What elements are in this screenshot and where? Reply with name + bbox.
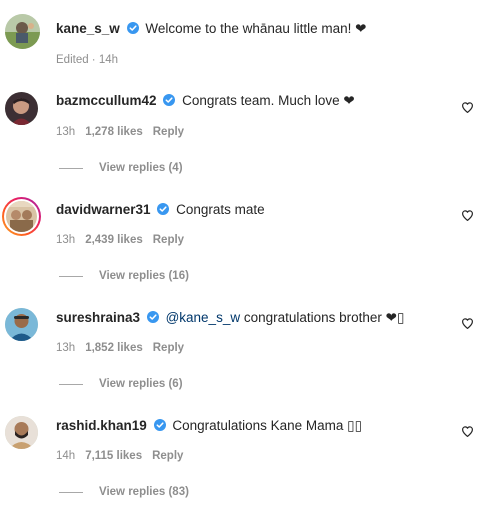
- comment-meta: 13h 1,852 likes Reply: [56, 342, 194, 354]
- avatar[interactable]: [5, 92, 38, 125]
- like-button[interactable]: [461, 209, 474, 222]
- avatar[interactable]: [5, 14, 40, 49]
- view-replies-button[interactable]: View replies (4): [59, 162, 183, 174]
- likes-count[interactable]: 1,278 likes: [85, 126, 143, 138]
- reply-button[interactable]: Reply: [152, 450, 183, 462]
- view-replies-button[interactable]: View replies (16): [59, 270, 189, 282]
- username[interactable]: rashid.khan19: [56, 418, 147, 433]
- likes-count[interactable]: 2,439 likes: [85, 234, 143, 246]
- view-replies-label: View replies (16): [99, 270, 189, 282]
- comment-line: sureshraina3 @kane_s_w congratulations b…: [56, 309, 404, 327]
- view-replies-button[interactable]: View replies (6): [59, 378, 183, 390]
- edited-label: Edited: [56, 54, 89, 66]
- comment-text: Congratulations Kane Mama ▯▯: [172, 418, 363, 433]
- comment-meta: 13h 2,439 likes Reply: [56, 234, 194, 246]
- avatar-story-inner: [4, 199, 39, 234]
- like-button[interactable]: [461, 101, 474, 114]
- replies-divider: [59, 491, 83, 493]
- comment-line: davidwarner31 Congrats mate: [56, 201, 265, 219]
- view-replies-label: View replies (83): [99, 486, 189, 498]
- avatar-image: [5, 92, 38, 125]
- comment-text: congratulations brother ❤▯: [240, 310, 405, 325]
- reply-button[interactable]: Reply: [153, 342, 184, 354]
- avatar-image: [5, 14, 40, 49]
- view-replies-button[interactable]: View replies (83): [59, 486, 189, 498]
- like-button[interactable]: [461, 317, 474, 330]
- heart-outline-icon: [462, 102, 473, 113]
- avatar-image: [6, 201, 37, 232]
- username[interactable]: bazmccullum42: [56, 93, 157, 108]
- heart-outline-icon: [462, 426, 473, 437]
- comment: rashid.khan19 Congratulations Kane Mama …: [5, 416, 475, 516]
- caption-line: kane_s_w Welcome to the whānau little ma…: [56, 20, 367, 38]
- comment-time: 13h: [56, 342, 76, 354]
- reply-button[interactable]: Reply: [153, 234, 184, 246]
- heart-outline-icon: [462, 318, 473, 329]
- avatar-image: [5, 416, 38, 449]
- caption: kane_s_w Welcome to the whānau little ma…: [5, 14, 475, 74]
- comment-text: Congrats mate: [176, 202, 265, 217]
- likes-count[interactable]: 1,852 likes: [85, 342, 143, 354]
- replies-divider: [59, 167, 83, 169]
- verified-badge-icon: [146, 311, 159, 323]
- verified-badge-icon: [126, 22, 139, 34]
- verified-badge-icon: [163, 94, 176, 106]
- caption-meta: Edited · 14h: [56, 54, 128, 66]
- comment-text: Congrats team. Much love ❤: [182, 93, 355, 108]
- meta-separator: ·: [88, 54, 99, 66]
- comment-time: 13h: [56, 234, 76, 246]
- verified-badge-icon: [157, 203, 170, 215]
- caption-time: 14h: [98, 54, 119, 66]
- comment-meta: 14h 7,115 likes Reply: [56, 450, 193, 462]
- username[interactable]: davidwarner31: [56, 202, 151, 217]
- comment-line: rashid.khan19 Congratulations Kane Mama …: [56, 417, 362, 435]
- mention-link[interactable]: @kane_s_w: [166, 310, 241, 325]
- comment: davidwarner31 Congrats mate 13h 2,439 lik…: [2, 197, 475, 300]
- reply-button[interactable]: Reply: [153, 126, 184, 138]
- replies-divider: [59, 275, 83, 277]
- caption-text: Welcome to the whānau little man! ❤: [145, 21, 367, 36]
- comment: sureshraina3 @kane_s_w congratulations b…: [5, 308, 475, 408]
- likes-count[interactable]: 7,115 likes: [85, 450, 142, 462]
- like-button[interactable]: [461, 425, 474, 438]
- comment-meta: 13h 1,278 likes Reply: [56, 126, 194, 138]
- comment: bazmccullum42 Congrats team. Much love ❤…: [5, 92, 475, 192]
- avatar-story-ring[interactable]: [2, 197, 41, 236]
- comment-line: bazmccullum42 Congrats team. Much love ❤: [56, 92, 355, 110]
- heart-outline-icon: [462, 210, 473, 221]
- comment-time: 13h: [56, 126, 76, 138]
- username[interactable]: kane_s_w: [56, 21, 120, 36]
- avatar-image: [5, 308, 38, 341]
- view-replies-label: View replies (6): [99, 378, 183, 390]
- avatar[interactable]: [5, 308, 38, 341]
- avatar[interactable]: [5, 416, 38, 449]
- replies-divider: [59, 383, 83, 385]
- username[interactable]: sureshraina3: [56, 310, 140, 325]
- view-replies-label: View replies (4): [99, 162, 183, 174]
- comment-time: 14h: [56, 450, 76, 462]
- avatar: [6, 201, 37, 232]
- verified-badge-icon: [153, 419, 166, 431]
